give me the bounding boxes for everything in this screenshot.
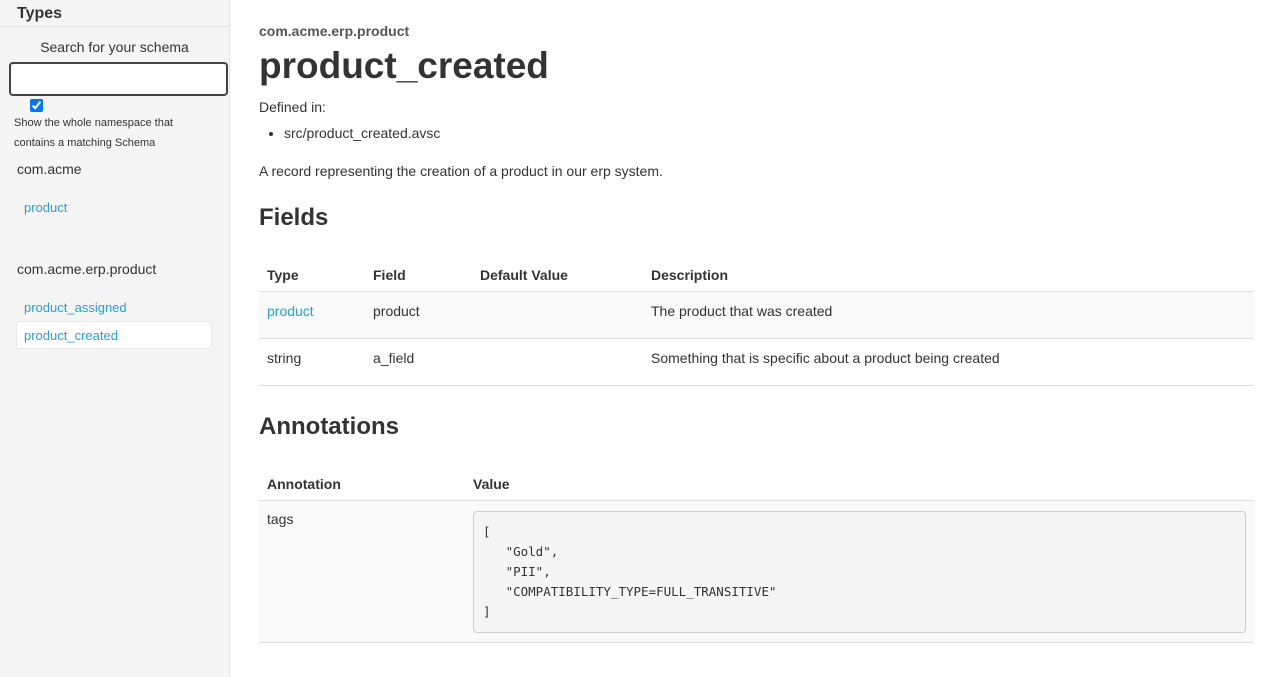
cell-default xyxy=(472,291,643,339)
column-header-field: Field xyxy=(365,267,472,292)
sidebar: Types Search for your schema Show the wh… xyxy=(0,0,230,677)
cell-value: [ "Gold", "PII", "COMPATIBILITY_TYPE=FUL… xyxy=(465,500,1254,643)
cell-description: Something that is specific about a produ… xyxy=(643,338,1254,386)
cell-type: product xyxy=(259,291,365,339)
column-header-value: Value xyxy=(465,476,1254,501)
fields-table: Type Field Default Value Description pro… xyxy=(259,267,1254,386)
cell-annotation: tags xyxy=(259,500,465,643)
show-namespace-checkbox[interactable] xyxy=(30,99,43,112)
table-row: string a_field Something that is specifi… xyxy=(259,338,1254,386)
main-content: com.acme.erp.product product_created Def… xyxy=(259,0,1254,643)
namespace-items: product_assigned product_created xyxy=(0,293,229,349)
sidebar-item-product-assigned[interactable]: product_assigned xyxy=(16,293,212,321)
namespace-group: com.acme.erp.product product_assigned pr… xyxy=(0,259,229,349)
cell-field: product xyxy=(365,291,472,339)
defined-in-label: Defined in: xyxy=(259,99,326,115)
namespace-group: com.acme product xyxy=(0,159,229,221)
defined-in-file: src/product_created.avsc xyxy=(284,125,1254,141)
cell-field: a_field xyxy=(365,338,472,386)
annotations-heading: Annotations xyxy=(259,413,399,440)
namespace-items: product xyxy=(0,193,229,221)
defined-in-list: src/product_created.avsc xyxy=(259,125,1254,141)
column-header-description: Description xyxy=(643,267,1254,292)
table-row: product product The product that was cre… xyxy=(259,291,1254,339)
page-title: product_created xyxy=(259,45,549,86)
fields-heading: Fields xyxy=(259,204,329,231)
sidebar-item-product[interactable]: product xyxy=(16,193,212,221)
namespace-title: com.acme xyxy=(17,161,82,177)
sidebar-title: Types xyxy=(0,0,229,27)
search-input[interactable] xyxy=(9,62,228,96)
search-label: Search for your schema xyxy=(40,39,189,55)
table-row: tags [ "Gold", "PII", "COMPATIBILITY_TYP… xyxy=(259,500,1254,643)
schema-namespace: com.acme.erp.product xyxy=(259,23,410,39)
cell-default xyxy=(472,338,643,386)
cell-description: The product that was created xyxy=(643,291,1254,339)
table-header-row: Annotation Value xyxy=(259,476,1254,501)
column-header-type: Type xyxy=(259,267,365,292)
annotation-value-code: [ "Gold", "PII", "COMPATIBILITY_TYPE=FUL… xyxy=(473,511,1246,633)
schema-description: A record representing the creation of a … xyxy=(259,163,663,179)
type-link-product[interactable]: product xyxy=(267,303,314,319)
table-header-row: Type Field Default Value Description xyxy=(259,267,1254,292)
cell-type: string xyxy=(259,338,365,386)
annotations-table: Annotation Value tags [ "Gold", "PII", "… xyxy=(259,476,1254,643)
column-header-default: Default Value xyxy=(472,267,643,292)
namespace-title: com.acme.erp.product xyxy=(17,261,157,277)
column-header-annotation: Annotation xyxy=(259,476,465,501)
sidebar-item-product-created[interactable]: product_created xyxy=(16,321,212,349)
show-namespace-label: Show the whole namespace that contains a… xyxy=(14,117,173,149)
